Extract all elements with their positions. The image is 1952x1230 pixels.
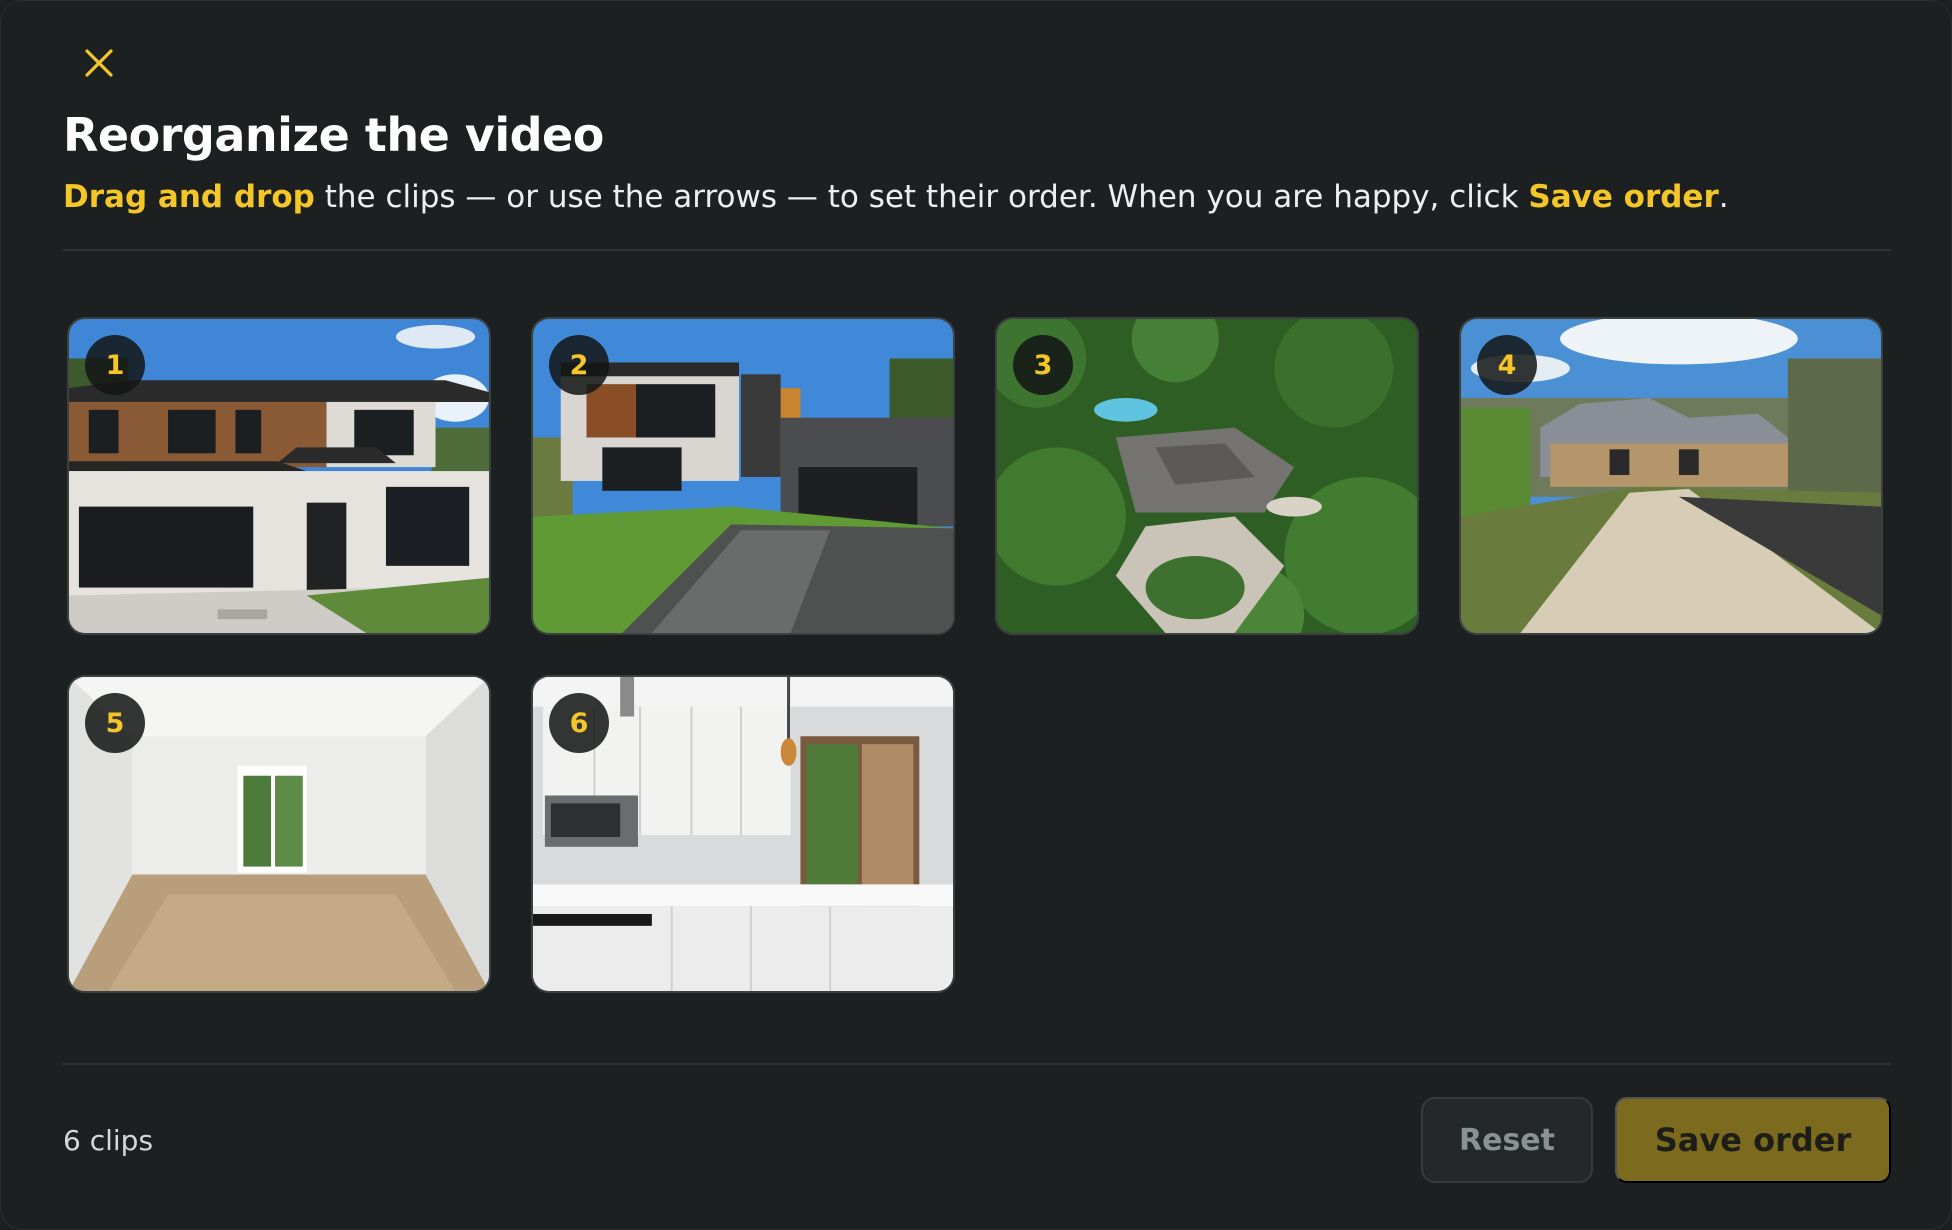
close-icon	[85, 49, 113, 77]
clip-number-badge: 6	[549, 693, 609, 753]
instructions-highlight-save: Save order	[1528, 179, 1719, 215]
clip-number-badge: 4	[1477, 335, 1537, 395]
clip-card-2[interactable]: 2	[531, 317, 955, 635]
dialog-title: Reorganize the video	[63, 108, 604, 162]
clip-card-3[interactable]: 3	[995, 317, 1419, 635]
header-divider	[63, 249, 1891, 251]
footer-divider	[63, 1063, 1891, 1065]
save-order-button[interactable]: Save order	[1615, 1097, 1891, 1183]
reorganize-dialog: Reorganize the video Drag and drop the c…	[0, 0, 1952, 1230]
clip-number-badge: 1	[85, 335, 145, 395]
clip-card-5[interactable]: 5	[67, 675, 491, 993]
instructions-end: .	[1718, 179, 1729, 215]
instructions-text: the clips — or use the arrows — to set t…	[314, 179, 1529, 215]
reset-button[interactable]: Reset	[1421, 1097, 1593, 1183]
clip-card-6[interactable]: 6	[531, 675, 955, 993]
clip-number-badge: 3	[1013, 335, 1073, 395]
clip-number-badge: 5	[85, 693, 145, 753]
close-button[interactable]	[77, 41, 121, 85]
clip-number-badge: 2	[549, 335, 609, 395]
clip-card-4[interactable]: 4	[1459, 317, 1883, 635]
clip-count: 6 clips	[63, 1124, 154, 1157]
instructions-highlight-drag: Drag and drop	[63, 179, 315, 215]
dialog-instructions: Drag and drop the clips — or use the arr…	[63, 175, 1729, 219]
clip-card-1[interactable]: 1	[67, 317, 491, 635]
